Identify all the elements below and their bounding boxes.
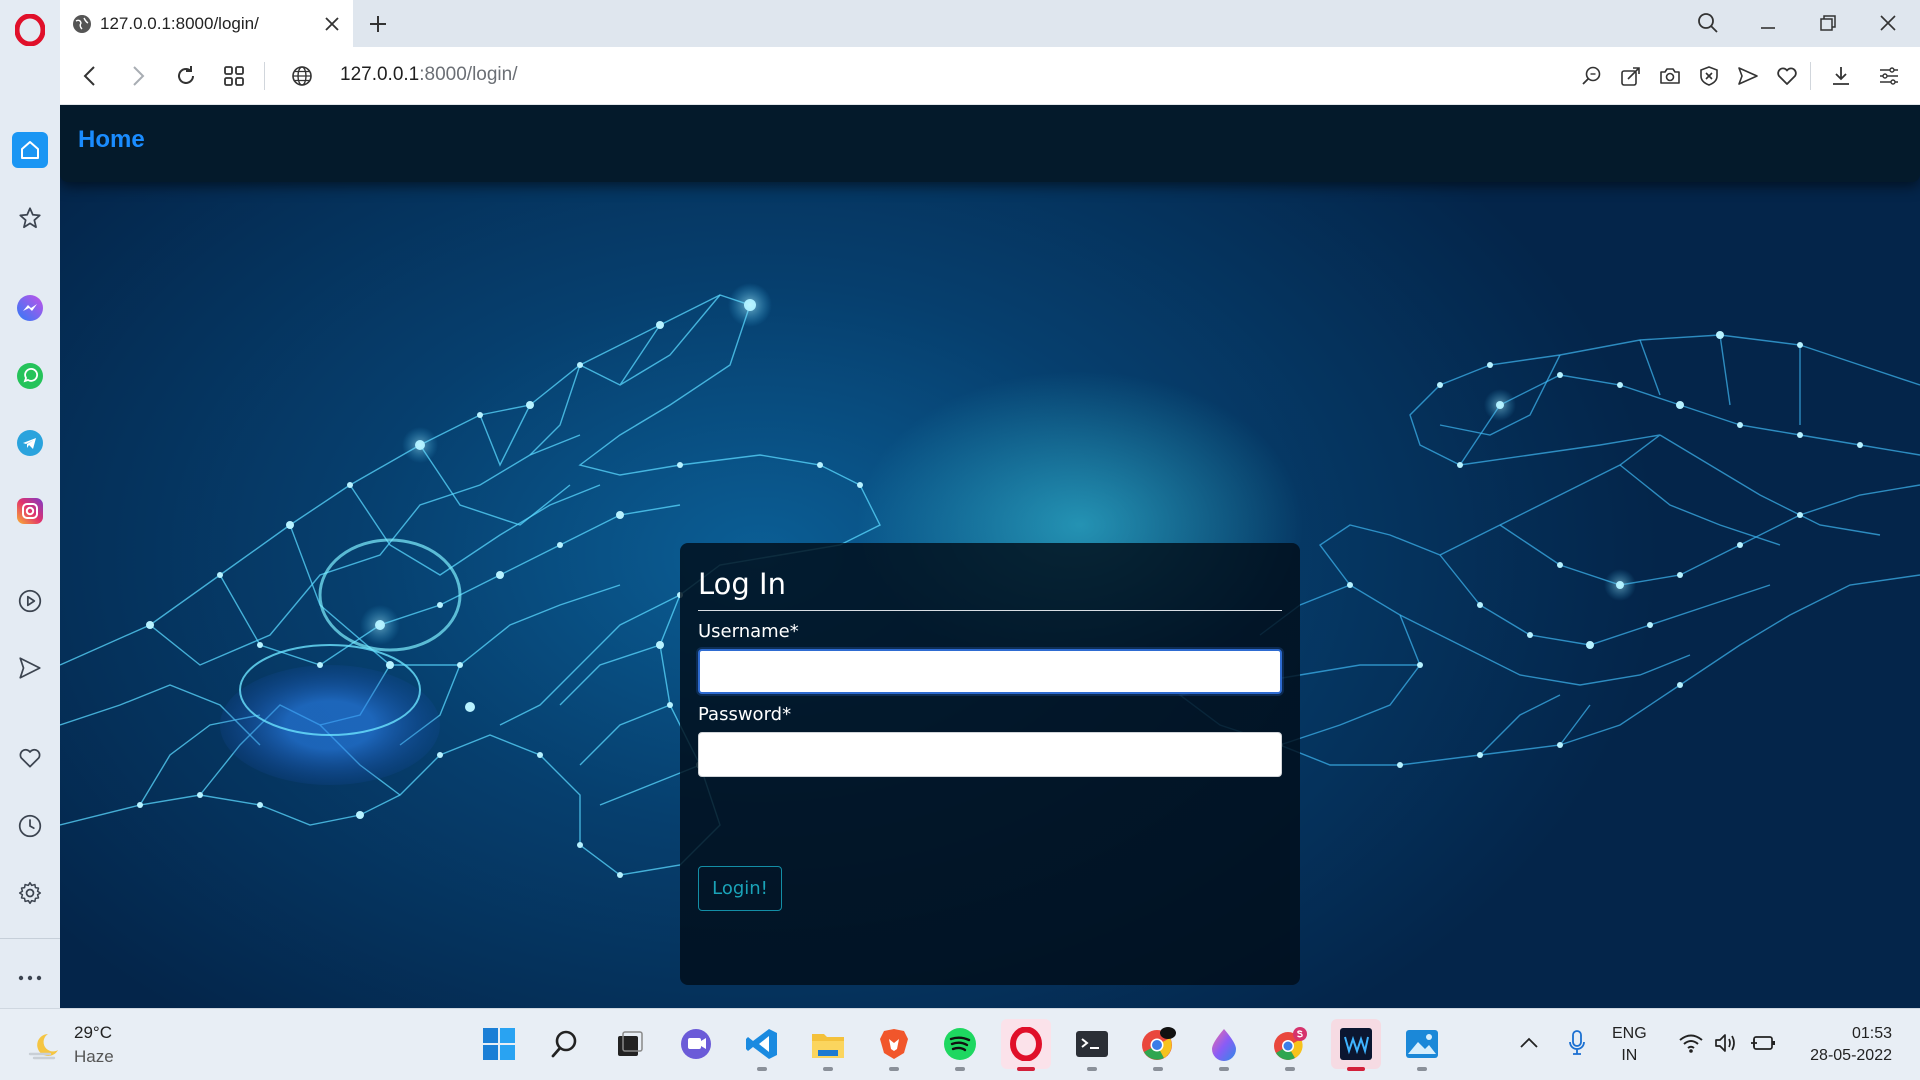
history-clock-icon[interactable] [12, 808, 48, 844]
password-label: Password* [698, 704, 792, 725]
language-code: ENG [1612, 1025, 1647, 1042]
messenger-icon[interactable] [12, 290, 48, 326]
forward-arrow-icon[interactable] [122, 60, 154, 92]
microphone-icon[interactable] [1561, 1027, 1593, 1059]
brave-browser-icon[interactable] [869, 1019, 919, 1071]
zoom-search-icon[interactable] [1576, 60, 1608, 92]
windows-taskbar: 29°C Haze ENG IN 01:53 28-05-2022 [0, 1008, 1920, 1080]
system-clock[interactable]: 01:53 28-05-2022 [1810, 1023, 1892, 1067]
easy-setup-menu-icon[interactable] [1873, 60, 1905, 92]
share-edit-icon[interactable] [1615, 60, 1647, 92]
wifi-icon[interactable] [1675, 1027, 1707, 1059]
tab-search-icon[interactable] [1690, 6, 1726, 40]
language-region: IN [1621, 1047, 1638, 1064]
opera-browser-icon[interactable] [1001, 1019, 1051, 1071]
chrome-profile-icon[interactable] [1265, 1019, 1315, 1071]
login-card: Log In Username* Password* Login! [680, 543, 1300, 985]
close-window-icon[interactable] [1870, 6, 1906, 40]
login-title-divider [698, 610, 1282, 611]
flow-send-icon[interactable] [12, 650, 48, 686]
toolbar-divider-right [1810, 62, 1811, 90]
weather-temperature: 29°C [74, 1023, 112, 1042]
snapshot-camera-icon[interactable] [1654, 60, 1686, 92]
vscode-icon[interactable] [737, 1019, 787, 1071]
adblock-shield-icon[interactable] [1693, 60, 1725, 92]
toolbar-divider [264, 62, 265, 90]
password-input[interactable] [698, 732, 1282, 777]
url-path: :8000/login/ [419, 64, 518, 85]
clock-date: 28-05-2022 [1810, 1047, 1892, 1064]
spotify-icon[interactable] [935, 1019, 985, 1071]
downloads-icon[interactable] [1825, 60, 1857, 92]
photos-icon[interactable] [1397, 1019, 1447, 1071]
volume-icon[interactable] [1711, 1027, 1743, 1059]
paint-drop-app-icon[interactable] [1199, 1019, 1249, 1071]
tab-title: 127.0.0.1:8000/login/ [100, 13, 259, 33]
audio-wave-app-icon[interactable] [1331, 1019, 1381, 1071]
site-info-globe-icon[interactable] [286, 60, 318, 92]
instagram-icon[interactable] [12, 493, 48, 529]
my-flow-send-icon[interactable] [1732, 60, 1764, 92]
speed-dial-star-icon[interactable] [12, 200, 48, 236]
bookmarks-heart-icon[interactable] [12, 740, 48, 776]
clock-time: 01:53 [1851, 1025, 1892, 1042]
new-tab-plus-icon[interactable] [362, 8, 394, 40]
sidebar-divider [0, 938, 60, 939]
input-language-indicator[interactable]: ENG IN [1612, 1023, 1647, 1067]
moon-haze-weather-icon [28, 1030, 62, 1060]
minimize-icon[interactable] [1750, 6, 1786, 40]
address-toolbar: 127.0.0.1:8000/login/ [60, 47, 1920, 105]
start-windows-icon[interactable] [474, 1019, 524, 1069]
battery-charging-icon[interactable] [1747, 1027, 1779, 1059]
show-hidden-icons-chevron-up-icon[interactable] [1513, 1027, 1545, 1059]
site-navbar: Home [60, 105, 1920, 182]
whatsapp-icon[interactable] [12, 358, 48, 394]
teams-chat-icon[interactable] [671, 1019, 721, 1069]
home-icon[interactable] [12, 132, 48, 168]
login-title: Log In [698, 567, 786, 601]
tab-close-icon[interactable] [317, 9, 347, 39]
task-view-icon[interactable] [605, 1019, 655, 1069]
bookmark-heart-icon[interactable] [1771, 60, 1803, 92]
telegram-icon[interactable] [12, 425, 48, 461]
weather-description: Haze [74, 1047, 114, 1066]
weather-widget[interactable]: 29°C Haze [28, 1021, 114, 1069]
search-icon[interactable] [540, 1019, 590, 1069]
username-input[interactable] [698, 649, 1282, 694]
nav-home-link[interactable]: Home [78, 126, 145, 154]
url-host: 127.0.0.1 [340, 64, 420, 85]
page-viewport: Home Log In Username* Password* Login! [60, 105, 1920, 1008]
tab-login[interactable]: 127.0.0.1:8000/login/ [60, 0, 353, 47]
chrome-dev-icon[interactable] [1133, 1019, 1183, 1071]
more-options-icon[interactable] [12, 960, 48, 996]
browser-sidebar [0, 0, 60, 1008]
tabs-grid-icon[interactable] [218, 60, 250, 92]
terminal-icon[interactable] [1067, 1019, 1117, 1071]
settings-gear-icon[interactable] [12, 875, 48, 911]
opera-logo-icon[interactable] [10, 10, 50, 50]
login-button[interactable]: Login! [698, 866, 782, 911]
address-bar-url[interactable]: 127.0.0.1:8000/login/ [340, 64, 518, 86]
player-icon[interactable] [12, 583, 48, 619]
reload-icon[interactable] [170, 60, 202, 92]
file-explorer-icon[interactable] [803, 1019, 853, 1071]
username-label: Username* [698, 621, 799, 642]
back-arrow-icon[interactable] [74, 60, 106, 92]
tab-strip: 127.0.0.1:8000/login/ [60, 0, 1920, 47]
globe-favicon-icon [72, 14, 92, 34]
restore-window-icon[interactable] [1810, 6, 1846, 40]
